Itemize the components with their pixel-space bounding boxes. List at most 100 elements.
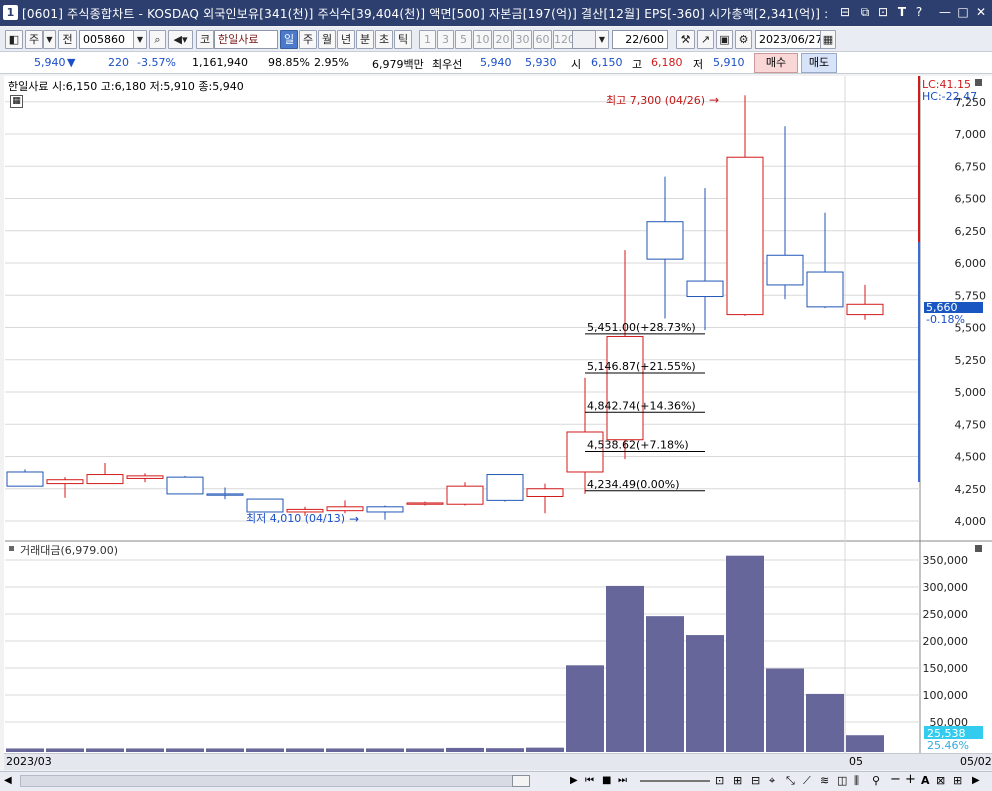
volume-bar xyxy=(446,747,484,752)
volume-legend-marker xyxy=(9,546,14,551)
minus-icon[interactable]: − xyxy=(890,772,901,788)
chart-canvas[interactable]: 4,0004,2504,5004,7505,0005,2505,5005,750… xyxy=(0,0,992,791)
scroll-right-icon[interactable]: ▶ xyxy=(972,773,980,789)
candle-body xyxy=(406,502,444,505)
horizontal-scrollbar[interactable] xyxy=(20,775,530,787)
line-tool-icon[interactable]: ⤡ xyxy=(786,773,795,789)
date-end-label: 05/02 xyxy=(960,755,992,768)
fib-label: 4,842.74(+14.36%) xyxy=(587,399,696,412)
price-tick-label: 6,500 xyxy=(955,193,987,206)
volume-bar xyxy=(46,748,84,752)
price-tick-label: 5,250 xyxy=(955,354,987,367)
volume-bar xyxy=(86,748,124,752)
price-tick-label: 5,000 xyxy=(955,386,987,399)
trend-tool-icon[interactable]: ⟋ xyxy=(803,773,811,789)
volume-bar xyxy=(726,555,764,752)
plus-icon[interactable]: + xyxy=(905,772,916,788)
volume-bar xyxy=(566,665,604,752)
fast-forward-icon[interactable]: ⏭ xyxy=(618,773,627,789)
candle-body xyxy=(206,493,244,496)
volume-bar xyxy=(366,748,404,752)
zoom-box-icon[interactable]: ⊡ xyxy=(715,773,724,789)
candle-body xyxy=(646,221,684,260)
high-arrow-icon: → xyxy=(709,93,719,107)
price-tick-label: 5,750 xyxy=(955,289,987,302)
candle-body xyxy=(486,474,524,501)
volume-bar xyxy=(686,635,724,752)
price-tick-label: 7,000 xyxy=(955,128,987,141)
volume-bar xyxy=(646,616,684,752)
grid-table-icon[interactable]: ▦ xyxy=(10,95,23,108)
fib-label: 4,538.62(+7.18%) xyxy=(587,439,689,452)
volume-tick-label: 300,000 xyxy=(923,581,969,594)
stop-icon[interactable]: ■ xyxy=(602,773,611,789)
candle-body xyxy=(166,476,204,495)
zoom-in-icon[interactable]: ⚲ xyxy=(872,773,880,789)
candle-body xyxy=(606,336,644,441)
scrollbar-thumb[interactable] xyxy=(512,775,530,787)
volume-bar xyxy=(246,748,284,752)
chart-type-icon[interactable]: ⫼ xyxy=(854,773,859,789)
fib-label: 5,146.87(+21.55%) xyxy=(587,360,696,373)
price-tick-label: 4,000 xyxy=(955,515,987,528)
candle-body xyxy=(526,488,564,497)
candle-body xyxy=(766,254,804,286)
fib-tool-icon[interactable]: ≋ xyxy=(820,773,829,789)
volume-bar xyxy=(206,748,244,752)
crosshair-icon[interactable]: ⌖ xyxy=(769,773,775,789)
compare-icon[interactable]: ⊟ xyxy=(751,773,760,789)
candle-body xyxy=(46,479,84,485)
candle-body xyxy=(686,280,724,298)
price-tick-label: 4,500 xyxy=(955,451,987,464)
ruler-icon[interactable]: ⊠ xyxy=(936,773,945,789)
volume-bar xyxy=(606,585,644,752)
volume-bar xyxy=(526,747,564,752)
price-tick-label: 4,750 xyxy=(955,418,987,431)
volume-bar xyxy=(286,748,324,752)
date-axis: 2023/03 05 05/02 xyxy=(4,753,992,770)
fib-label: 4,234.49(0.00%) xyxy=(587,478,680,491)
candle-body xyxy=(726,156,764,316)
volume-bar xyxy=(126,748,164,752)
scroll-left-icon[interactable]: ◀ xyxy=(4,773,18,789)
volume-bar xyxy=(766,668,804,752)
fib-label: 5,451.00(+28.73%) xyxy=(587,321,696,334)
volume-pct-tag: 25.46% xyxy=(927,739,969,752)
volume-bar xyxy=(806,693,844,752)
price-tick-label: 6,000 xyxy=(955,257,987,270)
volume-tick-label: 350,000 xyxy=(923,554,969,567)
volume-bar xyxy=(166,748,204,752)
candle-body xyxy=(86,474,124,485)
lc-strip xyxy=(918,76,920,242)
low-arrow-icon: → xyxy=(349,512,359,526)
current-change-tag: -0.18% xyxy=(926,313,965,326)
volume-panel-toggle-icon xyxy=(975,545,982,552)
speed-slider[interactable] xyxy=(640,780,710,782)
candle-body xyxy=(6,471,44,487)
high-annotation: 최고 7,300 (04/26) xyxy=(606,94,705,107)
volume-bar xyxy=(6,748,44,752)
auto-scale-icon[interactable]: A xyxy=(921,773,930,789)
play-icon[interactable]: ▶ xyxy=(570,773,578,789)
price-tick-label: 6,250 xyxy=(955,225,987,238)
candle-body xyxy=(326,506,364,512)
grid-icon[interactable]: ⊞ xyxy=(953,773,962,789)
overlay-icon[interactable]: ⊞ xyxy=(733,773,742,789)
date-mid-label: 05 xyxy=(849,755,863,768)
volume-bar xyxy=(406,748,444,752)
low-annotation: 최저 4,010 (04/13) xyxy=(246,512,345,525)
rewind-icon[interactable]: ⏮ xyxy=(585,773,594,789)
volume-tick-label: 150,000 xyxy=(923,662,969,675)
volume-tick-label: 100,000 xyxy=(923,689,969,702)
volume-bar xyxy=(486,748,524,752)
price-tick-label: 6,750 xyxy=(955,160,987,173)
bottom-control-bar: ◀ ▶ ⏮ ■ ⏭ ⊡ ⊞ ⊟ ⌖ ⤡ ⟋ ≋ ◫ ⫼ ⚲ − + A ⊠ ⊞ … xyxy=(0,771,992,791)
price-tick-label: 4,250 xyxy=(955,483,987,496)
candle-body xyxy=(366,506,404,513)
candle-body xyxy=(446,485,484,505)
shape-tool-icon[interactable]: ◫ xyxy=(837,773,847,789)
candle-body xyxy=(846,303,884,316)
volume-bar xyxy=(846,735,884,752)
stock-chart-window: 1 [0601] 주식종합차트 - KOSDAQ 외국인보유[341(천)] 주… xyxy=(0,0,992,791)
volume-legend: 거래대금(6,979.00) xyxy=(20,544,118,557)
